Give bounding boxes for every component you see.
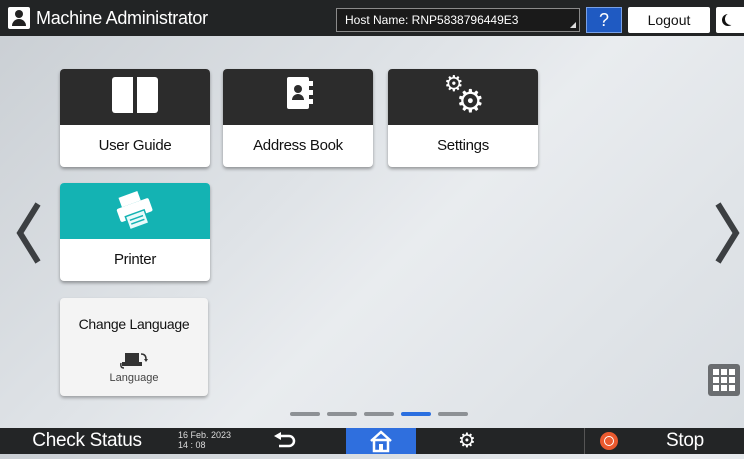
stop-button[interactable]: Stop <box>666 428 704 454</box>
user-icon <box>8 7 30 29</box>
language-switch-icon <box>120 353 148 369</box>
address-book-tile[interactable]: Address Book <box>223 69 373 167</box>
page-dot[interactable] <box>290 412 320 416</box>
page-indicator <box>290 412 468 416</box>
check-status-button[interactable]: Check Status <box>0 428 174 454</box>
help-button[interactable]: ? <box>586 7 622 33</box>
energy-saver-button[interactable] <box>716 7 744 33</box>
logout-button[interactable]: Logout <box>628 7 710 33</box>
next-page-arrow[interactable] <box>712 200 742 266</box>
back-button[interactable] <box>272 432 298 450</box>
language-label: Language <box>109 372 159 384</box>
settings-button[interactable]: ⚙ <box>452 430 482 452</box>
time-label: 14 : 08 <box>178 440 206 450</box>
page-dot-active[interactable] <box>401 412 431 416</box>
address-book-icon <box>287 77 313 109</box>
printer-tile[interactable]: Printer <box>60 183 210 281</box>
settings-tile[interactable]: ⚙ ⚙ Settings <box>388 69 538 167</box>
user-indicator[interactable]: Machine Administrator <box>8 6 208 30</box>
page-dot[interactable] <box>438 412 468 416</box>
tile-label: Settings <box>437 137 489 154</box>
change-language-title: Change Language <box>78 316 190 332</box>
top-bar: Machine Administrator Host Name: RNP5838… <box>0 0 744 36</box>
home-button[interactable] <box>346 428 416 454</box>
page-dot[interactable] <box>327 412 357 416</box>
user-guide-tile[interactable]: User Guide <box>60 69 210 167</box>
host-name-field[interactable]: Host Name: RNP5838796449E3 <box>336 8 580 32</box>
gear-icon: ⚙ <box>458 430 476 452</box>
divider <box>584 428 585 454</box>
user-label: Machine Administrator <box>36 7 208 28</box>
printer-icon <box>116 191 153 231</box>
moon-icon <box>725 13 737 25</box>
tile-label: Address Book <box>253 137 343 154</box>
page-dot[interactable] <box>364 412 394 416</box>
date-time: 16 Feb. 2023 14 : 08 <box>178 430 231 450</box>
book-icon <box>112 77 158 115</box>
app-list-button[interactable] <box>708 364 740 396</box>
previous-page-arrow[interactable] <box>14 200 44 266</box>
stop-icon[interactable] <box>600 432 618 450</box>
tile-label: User Guide <box>98 137 172 154</box>
date-label: 16 Feb. 2023 <box>178 430 232 440</box>
bottom-bar: Check Status 16 Feb. 2023 14 : 08 ⚙ Stop <box>0 428 744 454</box>
home-icon <box>370 430 392 453</box>
change-language-widget[interactable]: Change Language Language <box>60 298 208 396</box>
tile-label: Printer <box>113 251 157 268</box>
gears-icon: ⚙ ⚙ <box>444 71 485 119</box>
